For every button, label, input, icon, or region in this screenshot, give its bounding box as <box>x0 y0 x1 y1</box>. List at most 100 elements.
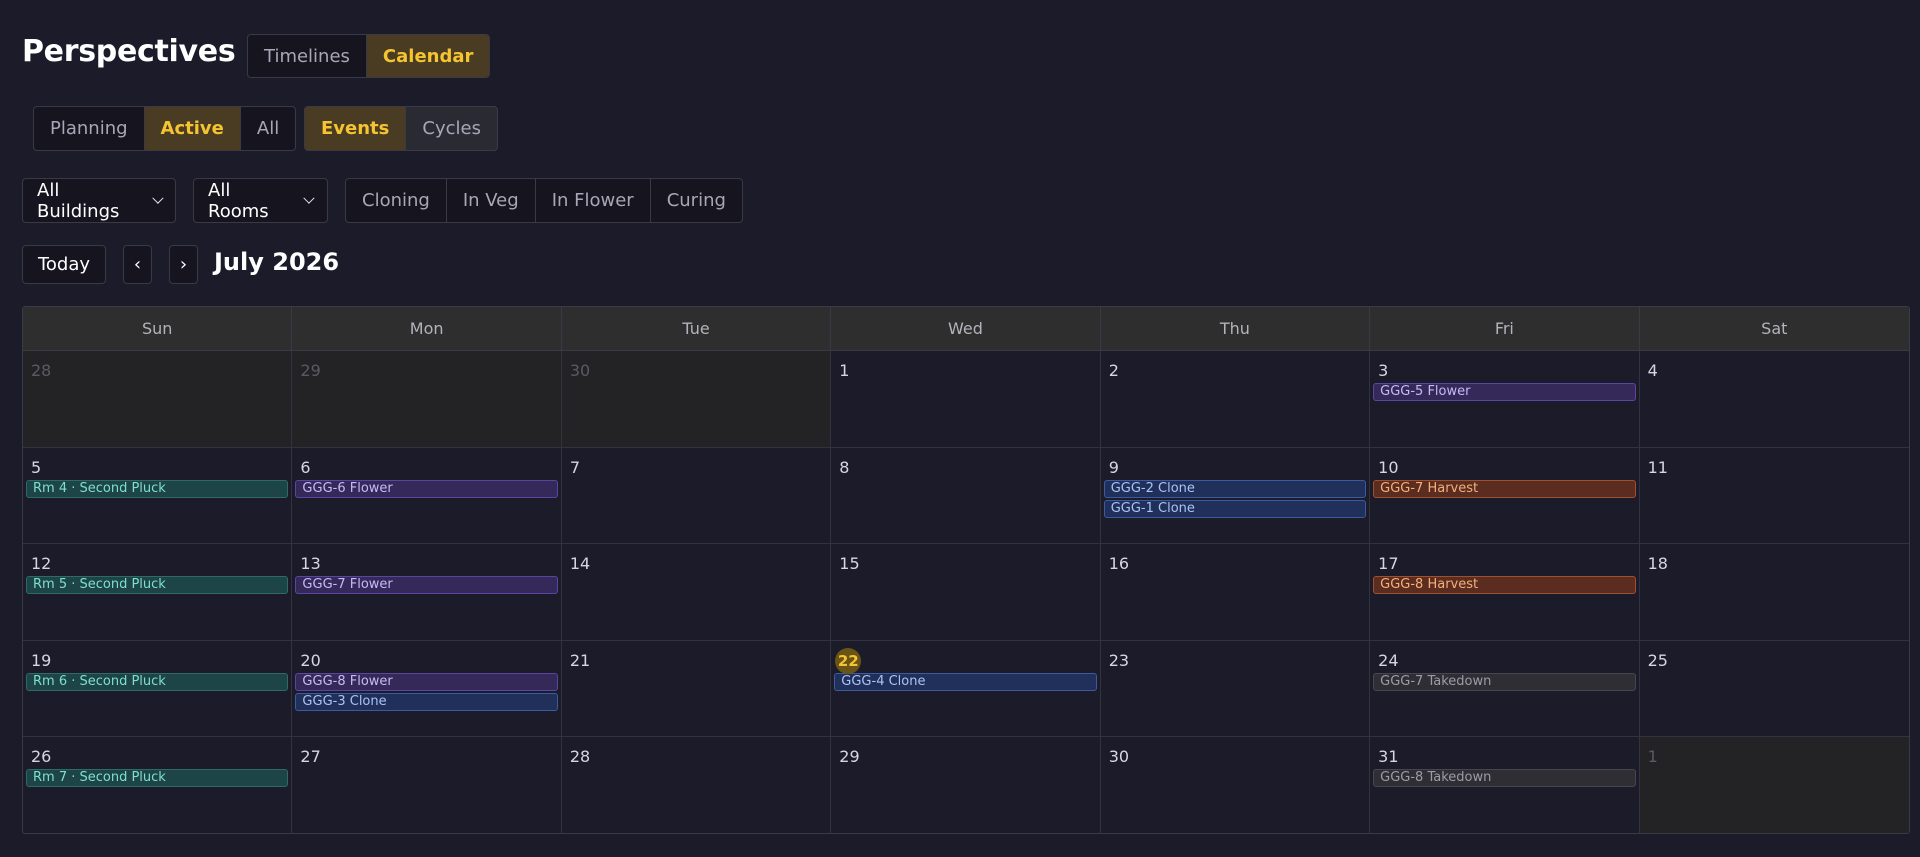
day-cell[interactable]: 6 GGG-6 Flower <box>292 447 562 545</box>
day-cell[interactable]: 1 <box>831 351 1101 448</box>
event-chip-flower[interactable]: GGG-8 Flower <box>295 672 558 691</box>
scope-all[interactable]: All <box>241 107 295 150</box>
weekday-label: Wed <box>831 307 1101 350</box>
event-chip-pluck[interactable]: Rm 5 · Second Pluck <box>26 576 289 595</box>
weekday-label: Mon <box>292 307 562 350</box>
tab-calendar[interactable]: Calendar <box>366 35 490 77</box>
event-chip-harvest[interactable]: GGG-8 Harvest <box>1373 576 1636 595</box>
day-cell[interactable]: 5 Rm 4 · Second Pluck <box>23 447 293 545</box>
tab-timelines[interactable]: Timelines <box>248 35 367 77</box>
day-cell[interactable]: 28 <box>562 737 832 833</box>
event-chip-clone[interactable]: GGG-3 Clone <box>295 692 558 711</box>
day-cell[interactable]: 11 <box>1639 448 1909 545</box>
date-number: 25 <box>1643 651 1906 673</box>
date-number: 1 <box>1643 747 1906 769</box>
date-number-text: 19 <box>31 650 52 670</box>
date-number-text: 10 <box>1378 457 1399 477</box>
day-cell[interactable]: 10 GGG-7 Harvest <box>1370 447 1640 545</box>
scope-active[interactable]: Active <box>144 107 241 150</box>
stage-curing[interactable]: Curing <box>651 179 742 222</box>
day-cell[interactable]: 21 <box>561 640 832 738</box>
calendar-grid: Sun Mon Tue Wed Thu Fri Sat 28 29 30 1 2 3 GGG… <box>22 306 1910 834</box>
stage-cloning[interactable]: Cloning <box>346 179 447 222</box>
scope-toggle: Planning Active All <box>33 106 297 151</box>
day-cell[interactable]: 29 <box>292 351 562 448</box>
day-cell[interactable]: 29 <box>831 737 1101 833</box>
day-cell[interactable]: 20 GGG-8 Flower GGG-3 Clone <box>292 640 562 738</box>
event-chip-takedown[interactable]: GGG-8 Takedown <box>1373 769 1636 788</box>
date-number: 31 <box>1373 747 1635 769</box>
day-cell[interactable]: 7 <box>561 447 832 545</box>
month-label: July 2026 <box>214 248 340 276</box>
day-cell[interactable]: 31 GGG-8 Takedown <box>1370 737 1640 833</box>
date-number-text: 1 <box>1647 747 1658 767</box>
day-cell[interactable]: 9 GGG-2 Clone GGG-1 Clone <box>1100 447 1371 545</box>
date-number: 3 <box>1373 361 1635 383</box>
day-cell[interactable]: 17 GGG-8 Harvest <box>1370 544 1640 641</box>
stage-in-flower[interactable]: In Flower <box>536 179 651 222</box>
type-cycles[interactable]: Cycles <box>406 107 497 150</box>
date-number: 13 <box>295 554 557 576</box>
date-number: 18 <box>1643 554 1906 576</box>
date-number: 27 <box>295 747 557 769</box>
day-cell[interactable]: 22 GGG-4 Clone <box>831 640 1101 738</box>
event-chip-pluck[interactable]: Rm 6 · Second Pluck <box>26 672 289 691</box>
date-number-text: 18 <box>1647 554 1668 574</box>
date-number-text: 20 <box>300 650 321 670</box>
prev-month-button[interactable]: ‹ <box>123 245 152 284</box>
date-number: 29 <box>295 361 557 383</box>
event-chip-clone[interactable]: GGG-2 Clone <box>1103 479 1367 498</box>
date-number-text: 3 <box>1378 361 1389 380</box>
day-cell[interactable]: 25 <box>1639 641 1909 738</box>
day-cell[interactable]: 2 <box>1100 351 1371 448</box>
date-number-text: 15 <box>839 554 860 574</box>
day-cell[interactable]: 24 GGG-7 Takedown <box>1370 640 1640 738</box>
date-number-text: 9 <box>1108 457 1119 477</box>
stage-filter: Cloning In Veg In Flower Curing <box>345 178 743 223</box>
date-number: 20 <box>295 651 557 673</box>
stage-in-veg[interactable]: In Veg <box>447 179 536 222</box>
day-cell[interactable]: 3 GGG-5 Flower <box>1370 351 1640 448</box>
date-number-text: 5 <box>31 457 42 477</box>
day-cell[interactable]: 27 <box>292 737 562 833</box>
day-cell[interactable]: 4 <box>1639 351 1909 448</box>
day-cell[interactable]: 18 <box>1639 544 1909 641</box>
date-number: 14 <box>565 554 827 576</box>
day-cell[interactable]: 26 Rm 7 · Second Pluck <box>23 737 293 833</box>
event-chip-flower[interactable]: GGG-7 Flower <box>295 576 558 595</box>
date-number: 26 <box>26 747 288 769</box>
day-cell[interactable]: 13 GGG-7 Flower <box>292 544 562 641</box>
day-cell[interactable]: 23 <box>1100 640 1371 738</box>
date-number: 28 <box>565 747 827 769</box>
event-chip-flower[interactable]: GGG-6 Flower <box>295 479 558 498</box>
scope-planning[interactable]: Planning <box>34 107 145 150</box>
day-cell[interactable]: 15 <box>831 544 1101 641</box>
day-cell[interactable]: 19 Rm 6 · Second Pluck <box>23 640 293 738</box>
event-chip-flower[interactable]: GGG-5 Flower <box>1373 383 1636 401</box>
date-number-text: 12 <box>31 554 52 574</box>
day-cell[interactable]: 16 <box>1100 544 1371 641</box>
day-cell[interactable]: 14 <box>561 544 832 641</box>
buildings-select[interactable]: All Buildings <box>22 178 176 223</box>
buildings-select-value: All Buildings <box>37 179 120 222</box>
next-month-button[interactable]: › <box>169 245 198 284</box>
day-cell[interactable]: 12 Rm 5 · Second Pluck <box>23 544 293 641</box>
view-toggle: Timelines Calendar <box>247 34 491 78</box>
date-number: 17 <box>1373 554 1635 576</box>
day-cell[interactable]: 28 <box>23 351 293 448</box>
day-cell[interactable]: 8 <box>831 447 1101 545</box>
event-chip-pluck[interactable]: Rm 4 · Second Pluck <box>26 479 289 498</box>
event-chip-takedown[interactable]: GGG-7 Takedown <box>1373 672 1636 691</box>
type-events[interactable]: Events <box>305 107 407 150</box>
event-chip-clone[interactable]: GGG-1 Clone <box>1103 499 1367 518</box>
day-cell[interactable]: 30 <box>1101 737 1371 833</box>
event-chip-harvest[interactable]: GGG-7 Harvest <box>1373 479 1636 498</box>
rooms-select[interactable]: All Rooms <box>193 178 328 223</box>
date-number: 19 <box>26 651 288 673</box>
today-button[interactable]: Today <box>22 245 106 284</box>
day-cell[interactable]: 30 <box>561 351 832 448</box>
rooms-select-value: All Rooms <box>208 179 269 222</box>
event-chip-pluck[interactable]: Rm 7 · Second Pluck <box>26 769 289 788</box>
event-chip-clone[interactable]: GGG-4 Clone <box>834 672 1097 691</box>
day-cell[interactable]: 1 <box>1639 737 1909 833</box>
